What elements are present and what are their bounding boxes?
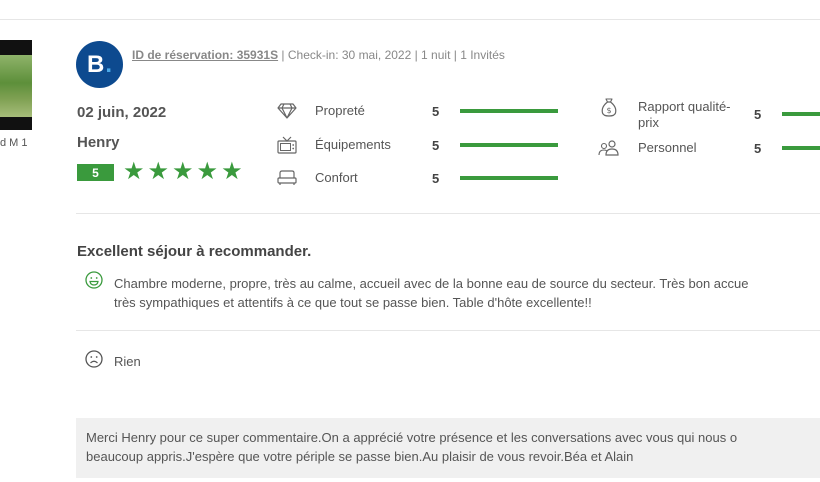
rating-label: Personnel (638, 140, 697, 155)
review-date: 02 juin, 2022 (77, 104, 167, 121)
frown-icon (85, 350, 103, 373)
host-reply-text: Merci Henry pour ce super commentaire.On… (86, 428, 737, 466)
rating-label: Équipements (315, 137, 391, 152)
rating-staff: Personnel 5 (598, 138, 820, 160)
rating-label: Propreté (315, 103, 365, 118)
money-bag-icon: $ (598, 97, 620, 117)
thumbnail-caption: d M 1 (0, 137, 28, 149)
rating-value: 5 (754, 107, 762, 122)
rating-value: 5 (754, 141, 762, 156)
star-icon: ★ (196, 158, 219, 185)
star-icon: ★ (147, 158, 170, 185)
diamond-icon (276, 101, 298, 121)
host-reply-line2: beaucoup appris.J'espère que votre périp… (86, 449, 634, 464)
reviewer-name: Henry (77, 134, 120, 151)
rating-comfort: Confort 5 (276, 168, 576, 190)
rating-bar (782, 112, 820, 116)
bed-icon (276, 168, 298, 188)
reservation-id-link[interactable]: ID de réservation: 35931S (132, 48, 278, 62)
logo-dot: . (105, 50, 112, 78)
svg-text:$: $ (606, 106, 611, 115)
section-divider (76, 213, 820, 214)
host-reply-line1: Merci Henry pour ce super commentaire.On… (86, 430, 738, 445)
rating-amenities: Équipements 5 (276, 135, 576, 157)
smiley-icon (85, 271, 103, 294)
comment-divider (76, 330, 820, 331)
rating-label: Confort (315, 170, 358, 185)
reservation-info: ID de réservation: 35931S | Check-in: 30… (132, 48, 505, 62)
star-icon: ★ (221, 158, 243, 185)
rating-label-line2: prix (638, 115, 659, 130)
positive-comment-line2: très sympathiques et attentifs à ce que … (114, 295, 592, 310)
rating-bar (460, 143, 558, 147)
positive-comment-line1: Chambre moderne, propre, très au calme, … (114, 276, 749, 291)
star-icon: ★ (172, 158, 194, 185)
top-divider (0, 19, 820, 20)
rating-bar (782, 146, 820, 150)
rating-bar (460, 176, 558, 180)
rating-value: 5 (432, 104, 440, 119)
rating-label-line1: Rapport qualité- (638, 99, 731, 114)
booking-logo: B. (76, 41, 123, 88)
logo-letter: B (86, 50, 105, 78)
rating-value: 5 (432, 171, 440, 186)
star-icon: ★ (123, 158, 145, 185)
tv-icon (276, 135, 298, 155)
review-headline: Excellent séjour à recommander. (77, 243, 312, 260)
positive-comment: Chambre moderne, propre, très au calme, … (114, 274, 820, 312)
star-rating: ★ ★ ★ ★ ★ (123, 158, 243, 186)
property-thumbnail[interactable] (0, 40, 32, 130)
rating-cleanliness: Propreté 5 (276, 101, 576, 123)
reservation-meta: | Check-in: 30 mai, 2022 | 1 nuit | 1 In… (278, 48, 505, 62)
rating-bar (460, 109, 558, 113)
people-icon (598, 138, 620, 158)
overall-score-badge: 5 (77, 164, 114, 181)
negative-comment: Rien (114, 354, 141, 369)
host-reply: Merci Henry pour ce super commentaire.On… (76, 418, 820, 478)
property-photo (0, 55, 32, 117)
rating-value: 5 (432, 138, 440, 153)
rating-value-for-money: $ Rapport qualité- prix 5 (598, 97, 820, 131)
rating-label: Rapport qualité- prix (638, 99, 731, 131)
